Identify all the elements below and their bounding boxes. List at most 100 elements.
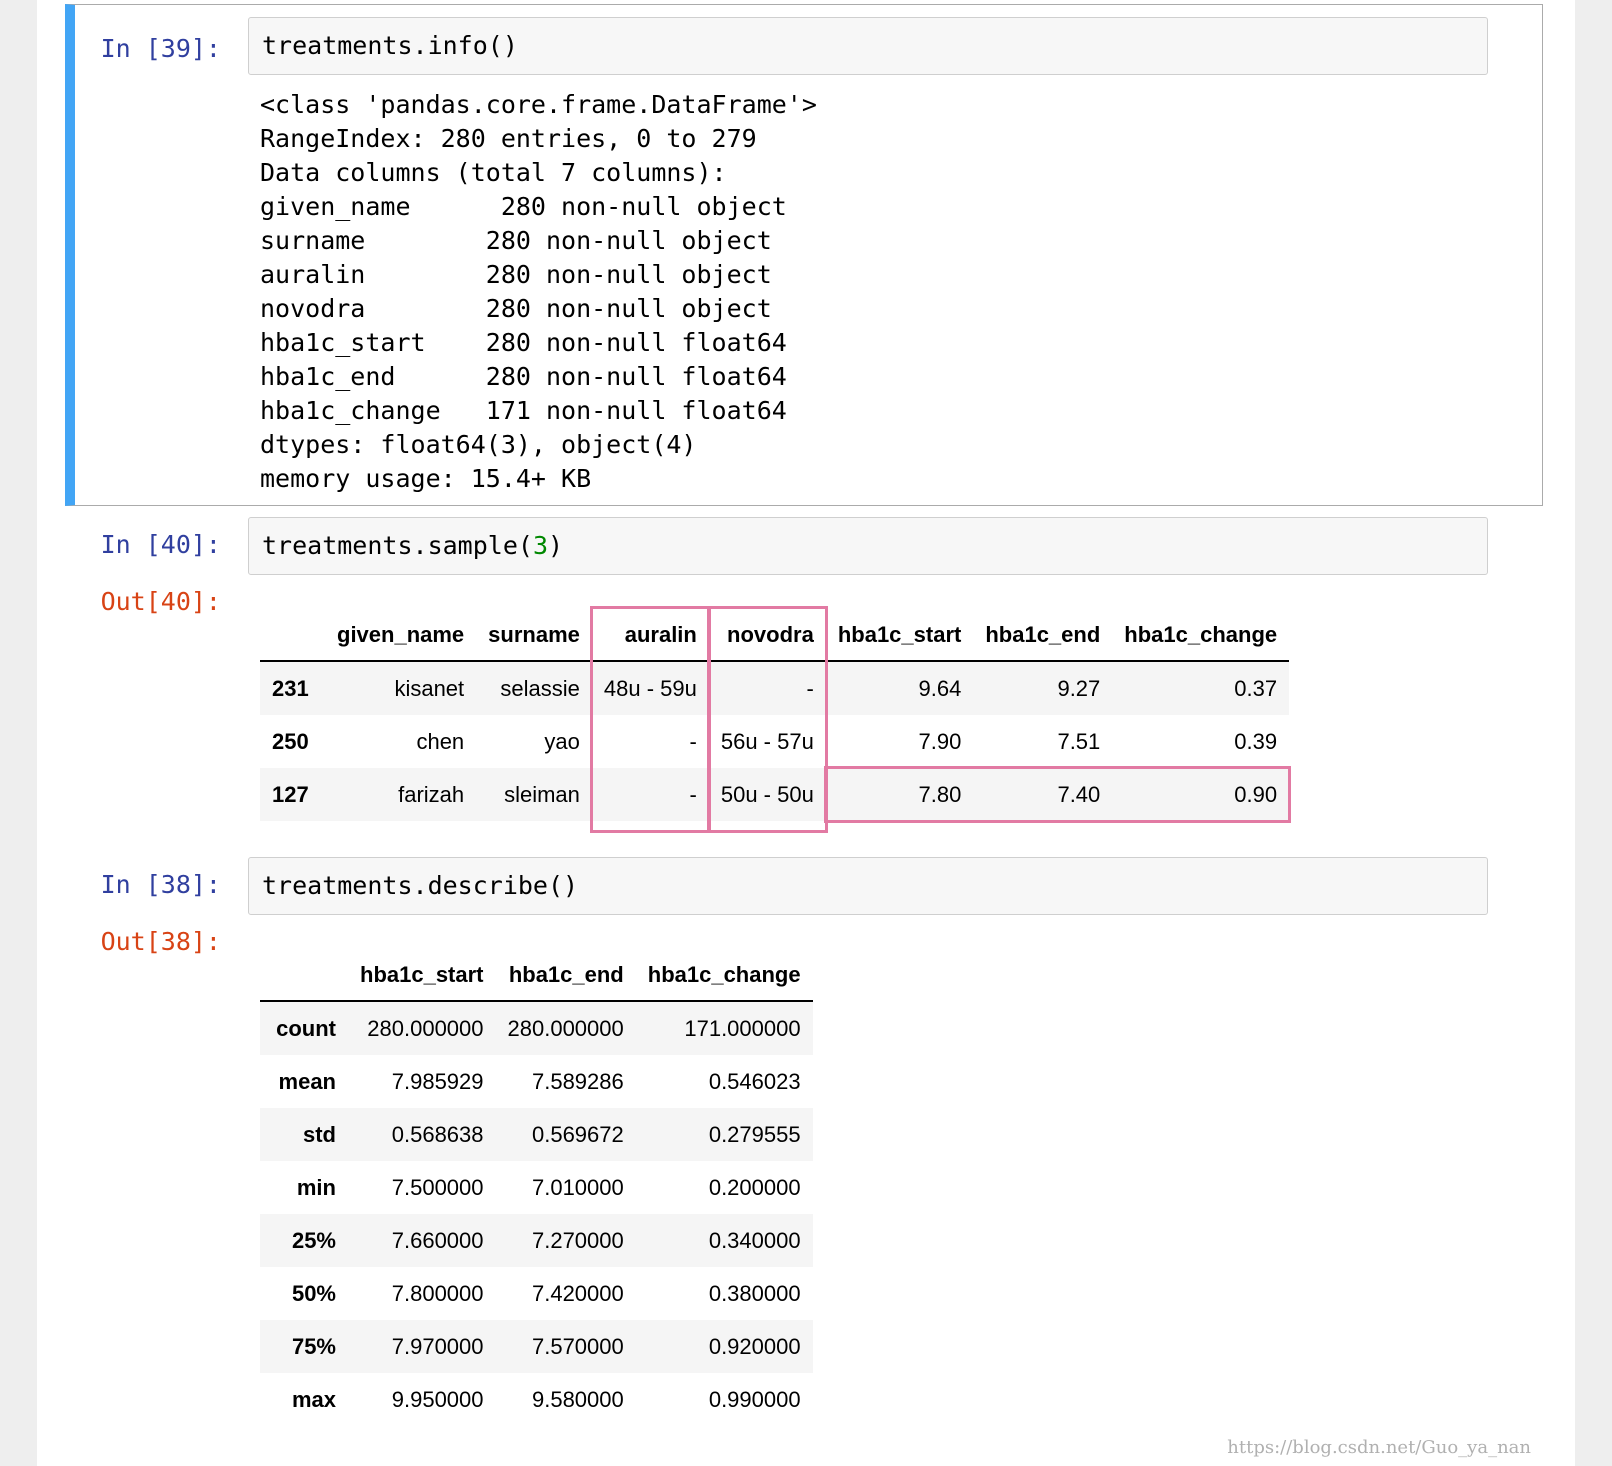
table-cell: - — [806, 675, 814, 701]
code-cell-describe[interactable]: In [38]: treatments.describe() Out[38]: … — [65, 857, 1543, 1466]
row-index: 50% — [291, 1280, 336, 1306]
code-cell-info[interactable]: In [39]: treatments.info() <class 'panda… — [65, 4, 1543, 506]
row-index: 75% — [291, 1333, 336, 1359]
table-cell: 0.279555 — [708, 1121, 801, 1147]
column-header: hba1c_end — [973, 610, 1113, 662]
table-cell: 280.000000 — [507, 1015, 624, 1041]
table-cell: 0.380000 — [708, 1280, 801, 1306]
row-index: 231 — [272, 675, 309, 701]
row-index: 127 — [272, 781, 309, 807]
column-header — [260, 610, 325, 662]
input-prompt: In [40]: — [100, 530, 221, 559]
table-cell: 7.660000 — [391, 1227, 484, 1253]
table-cell: 7.985929 — [391, 1068, 484, 1094]
code-func: treatments.sample — [262, 531, 518, 560]
stream-output-info: <class 'pandas.core.frame.DataFrame'> Ra… — [260, 88, 817, 496]
table-cell: 7.80 — [918, 781, 962, 807]
output-line: given_name 280 non-null object — [260, 192, 787, 221]
table-cell: 7.570000 — [531, 1333, 624, 1359]
row-index: min — [296, 1174, 336, 1200]
table-cell: - — [689, 728, 697, 754]
code-input-sample[interactable]: treatments.sample(3) — [248, 517, 1488, 575]
table-cell: 9.27 — [1057, 675, 1101, 701]
row-index: mean — [278, 1068, 336, 1094]
watermark-text: https://blog.csdn.net/Guo_ya_nan — [1227, 1437, 1531, 1458]
table-cell: chen — [416, 728, 465, 754]
output-prompt: Out[38]: — [100, 927, 221, 956]
table-cell: 7.010000 — [531, 1174, 624, 1200]
output-line: auralin 280 non-null object — [260, 260, 772, 289]
table-cell: farizah — [398, 781, 465, 807]
table-cell: 0.90 — [1234, 781, 1278, 807]
output-line: surname 280 non-null object — [260, 226, 772, 255]
column-header: given_name — [325, 610, 477, 662]
output-line: hba1c_end 280 non-null float64 — [260, 362, 787, 391]
table-cell: 0.37 — [1234, 675, 1278, 701]
table-cell: 7.589286 — [531, 1068, 624, 1094]
code-close-paren: ) — [548, 531, 564, 560]
code-input-info[interactable]: treatments.info() — [248, 17, 1488, 75]
sample-dataframe: given_name surname auralin novodra hba1c… — [260, 610, 1290, 821]
table-cell: 7.40 — [1057, 781, 1101, 807]
table-row: std 0.568638 0.569672 0.279555 — [260, 1108, 813, 1161]
table-row: min 7.500000 7.010000 0.200000 — [260, 1161, 813, 1214]
code-cell-sample[interactable]: In [40]: treatments.sample(3) Out[40]: g… — [65, 517, 1543, 842]
row-index: std — [303, 1121, 336, 1147]
table-cell: kisanet — [394, 675, 465, 701]
table-cell: 0.200000 — [708, 1174, 801, 1200]
table-header-row: hba1c_start hba1c_end hba1c_change — [260, 950, 813, 1002]
table-cell: 0.569672 — [531, 1121, 624, 1147]
column-header: hba1c_change — [635, 950, 813, 1002]
table-cell: 7.90 — [918, 728, 962, 754]
row-index: 25% — [291, 1227, 336, 1253]
table-cell: 48u - 59u — [603, 675, 697, 701]
table-cell: 56u - 57u — [720, 728, 814, 754]
output-line: hba1c_start 280 non-null float64 — [260, 328, 787, 357]
table-row: 250 chen yao - 56u - 57u 7.90 7.51 0.39 — [260, 715, 1289, 768]
column-header: hba1c_start — [825, 610, 974, 662]
row-index: count — [276, 1015, 336, 1041]
table-header-row: given_name surname auralin novodra hba1c… — [260, 610, 1290, 662]
table-cell: 171.000000 — [684, 1015, 801, 1041]
output-line: hba1c_change 171 non-null float64 — [260, 396, 787, 425]
column-header — [260, 950, 348, 1002]
column-header: hba1c_start — [348, 950, 496, 1002]
table-cell: 0.568638 — [391, 1121, 484, 1147]
table-cell: sleiman — [504, 781, 580, 807]
table-row: 231 kisanet selassie 48u - 59u - 9.64 9.… — [260, 661, 1290, 715]
input-prompt: In [38]: — [100, 870, 221, 899]
table-cell: 7.970000 — [391, 1333, 484, 1359]
table-cell: 0.546023 — [708, 1068, 801, 1094]
table-cell: - — [689, 781, 697, 807]
output-line: RangeIndex: 280 entries, 0 to 279 — [260, 124, 757, 153]
table-cell: yao — [544, 728, 580, 754]
table-row: 127 farizah sleiman - 50u - 50u 7.80 7.4… — [260, 768, 1290, 821]
table-cell: selassie — [500, 675, 580, 701]
table-cell: 9.580000 — [531, 1386, 624, 1412]
table-cell: 50u - 50u — [720, 781, 814, 807]
output-line: dtypes: float64(3), object(4) — [260, 430, 697, 459]
code-input-describe[interactable]: treatments.describe() — [248, 857, 1488, 915]
column-header: novodra — [708, 610, 826, 662]
code-open-paren: ( — [517, 531, 533, 560]
notebook-container: In [39]: treatments.info() <class 'panda… — [37, 0, 1575, 1466]
describe-dataframe: hba1c_start hba1c_end hba1c_change count… — [260, 950, 813, 1426]
column-header: auralin — [591, 610, 709, 662]
code-number-arg: 3 — [532, 531, 548, 560]
column-header: hba1c_end — [495, 950, 636, 1002]
output-prompt: Out[40]: — [100, 587, 221, 616]
table-row: 50% 7.800000 7.420000 0.380000 — [260, 1267, 813, 1320]
table-cell: 7.51 — [1057, 728, 1101, 754]
table-row: count 280.000000 280.000000 171.000000 — [260, 1001, 813, 1055]
output-line: memory usage: 15.4+ KB — [260, 464, 592, 493]
table-cell: 0.39 — [1234, 728, 1278, 754]
table-cell: 7.420000 — [531, 1280, 624, 1306]
table-cell: 0.340000 — [708, 1227, 801, 1253]
table-cell: 7.500000 — [391, 1174, 484, 1200]
output-line: <class 'pandas.core.frame.DataFrame'> — [260, 90, 817, 119]
table-cell: 9.950000 — [391, 1386, 484, 1412]
column-header: hba1c_change — [1112, 610, 1290, 662]
column-header: surname — [476, 610, 592, 662]
table-cell: 9.64 — [918, 675, 962, 701]
output-line: novodra 280 non-null object — [260, 294, 772, 323]
